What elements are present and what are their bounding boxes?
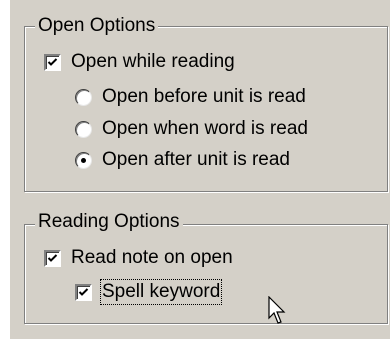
radio-open-when-word-label: Open when word is read	[102, 118, 308, 139]
open-options-title: Open Options	[35, 16, 159, 36]
radio-open-after-unit[interactable]: Open after unit is read	[75, 148, 290, 172]
radio-open-before-unit-label: Open before unit is read	[102, 86, 306, 107]
options-panel: Open Options Open while reading Open bef…	[0, 0, 390, 339]
checkmark-icon	[78, 287, 89, 296]
radio-open-when-word[interactable]: Open when word is read	[75, 117, 308, 141]
spell-keyword-label: Spell keyword	[99, 279, 223, 305]
spell-keyword-checkbox[interactable]: Spell keyword	[75, 279, 223, 305]
checkbox-box[interactable]	[44, 53, 61, 71]
radio-button-circle[interactable]	[75, 88, 92, 106]
radio-open-after-unit-label: Open after unit is read	[102, 149, 290, 170]
radio-dot-icon	[81, 157, 86, 163]
open-while-reading-label: Open while reading	[71, 51, 235, 72]
read-note-on-open-label: Read note on open	[71, 247, 233, 268]
checkmark-icon	[47, 57, 58, 66]
reading-options-group	[24, 224, 388, 324]
checkmark-icon	[47, 253, 58, 262]
read-note-on-open-checkbox[interactable]: Read note on open	[44, 246, 233, 270]
radio-open-before-unit[interactable]: Open before unit is read	[75, 85, 306, 109]
open-while-reading-checkbox[interactable]: Open while reading	[44, 50, 235, 74]
panel-left-edge	[0, 0, 10, 339]
checkbox-box[interactable]	[44, 249, 61, 267]
reading-options-title: Reading Options	[35, 212, 183, 232]
radio-button-circle-selected[interactable]	[75, 151, 92, 169]
arrow-cursor-icon	[268, 296, 286, 324]
checkbox-box[interactable]	[75, 283, 92, 301]
radio-button-circle[interactable]	[75, 120, 92, 138]
